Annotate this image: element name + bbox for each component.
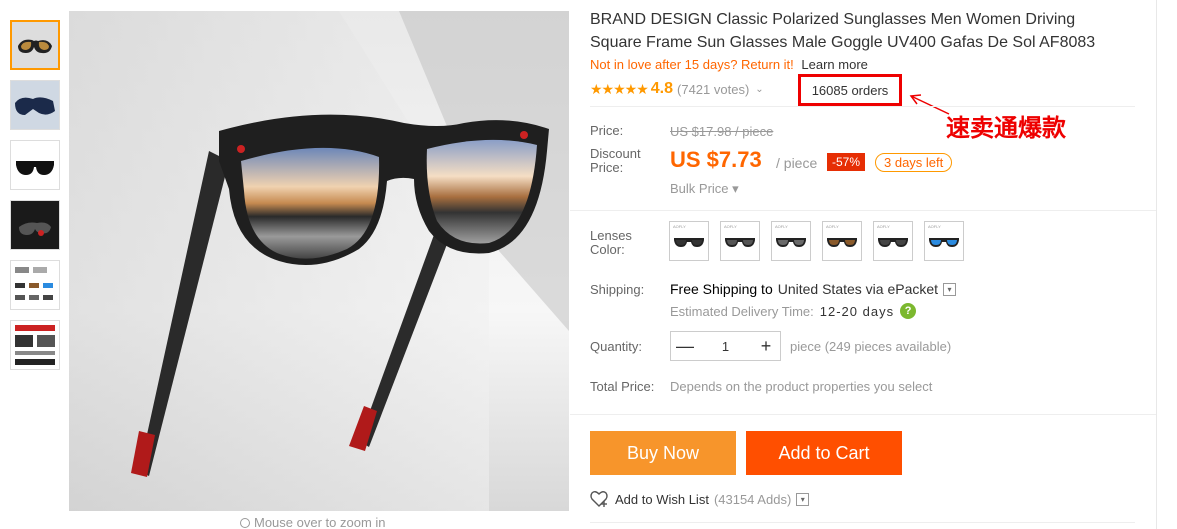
add-to-wishlist-link[interactable]: Add to Wish List xyxy=(615,492,709,507)
decrease-quantity-button[interactable]: — xyxy=(671,332,699,360)
discount-price-label: Discount Price: xyxy=(590,147,641,175)
wishlist-count: (43154 Adds) xyxy=(713,491,792,507)
increase-quantity-button[interactable]: + xyxy=(752,332,780,360)
chevron-down-icon[interactable]: ▾ xyxy=(796,492,810,506)
lens-swatch[interactable]: AOFLY xyxy=(669,221,709,261)
lenses-label-line2: Color: xyxy=(590,242,625,257)
divider xyxy=(590,106,1135,107)
quantity-label: Quantity: xyxy=(590,339,643,354)
votes-link[interactable]: (7421 votes) xyxy=(677,82,749,97)
main-product-image[interactable] xyxy=(69,11,569,511)
chevron-down-icon[interactable]: ▾ xyxy=(943,282,957,296)
product-info-panel: BRAND DESIGN Classic Polarized Sunglasse… xyxy=(570,0,1157,529)
quantity-stepper: — 1 + xyxy=(670,331,781,361)
lens-swatch[interactable]: AOFLY xyxy=(822,221,862,261)
thumbnail-4[interactable] xyxy=(10,200,60,250)
thumbnail-1[interactable] xyxy=(10,20,60,70)
thumbnail-2[interactable] xyxy=(10,80,60,130)
arrow-icon xyxy=(909,94,950,115)
discount-price: US $7.73 xyxy=(670,147,762,172)
zoom-hint-text: Mouse over to zoom in xyxy=(254,515,386,529)
quantity-available: piece (249 pieces available) xyxy=(790,339,952,354)
lens-swatch[interactable]: AOFLY xyxy=(771,221,811,261)
thumbnail-list xyxy=(10,20,62,380)
returns-notice: Not in love after 15 days? Return it! Le… xyxy=(590,57,868,72)
discount-label-line2: Price: xyxy=(590,160,624,175)
discount-label-line1: Discount xyxy=(590,146,641,161)
sunglasses-icon xyxy=(725,238,755,247)
divider xyxy=(590,522,1135,523)
wishlist-row: Add to Wish List (43154 Adds) ▾ xyxy=(590,490,810,508)
product-title: BRAND DESIGN Classic Polarized Sunglasse… xyxy=(590,11,1096,51)
total-price-label: Total Price: xyxy=(590,379,655,394)
shipping-destination: United States via ePacket xyxy=(777,281,939,297)
thumbnail-3[interactable] xyxy=(10,140,60,190)
per-piece-unit: / piece xyxy=(776,155,818,171)
lens-swatch[interactable]: AOFLY xyxy=(720,221,760,261)
days-left-badge: 3 days left xyxy=(875,153,953,172)
delivery-days: 12-20 days xyxy=(819,303,895,319)
buy-now-button[interactable]: Buy Now xyxy=(590,431,736,475)
sunglasses-icon xyxy=(827,238,857,247)
lens-swatch[interactable]: AOFLY xyxy=(924,221,964,261)
zoom-hint: Mouse over to zoom in xyxy=(240,515,386,529)
bulk-price-dropdown[interactable]: Bulk Price ▾ xyxy=(670,181,739,197)
delivery-label: Estimated Delivery Time: xyxy=(670,303,814,319)
delivery-estimate: Estimated Delivery Time: 12-20 days ? xyxy=(670,303,917,319)
shipping-label: Shipping: xyxy=(590,282,645,297)
discount-badge: -57% xyxy=(827,153,866,171)
star-rating-icon: ★★★★★ xyxy=(590,80,649,97)
heart-plus-icon[interactable] xyxy=(590,490,610,508)
free-shipping-text: Free Shipping to xyxy=(670,281,773,297)
sunglasses-icon xyxy=(776,238,806,247)
quantity-input[interactable]: 1 xyxy=(699,339,752,354)
sunglasses-icon xyxy=(929,238,959,247)
sunglasses-icon xyxy=(674,238,704,247)
lens-swatch[interactable]: AOFLY xyxy=(873,221,913,261)
lenses-label-line1: Lenses xyxy=(590,228,632,243)
lenses-color-label: Lenses Color: xyxy=(590,229,632,257)
thumbnail-6[interactable] xyxy=(10,320,60,370)
add-to-cart-button[interactable]: Add to Cart xyxy=(746,431,902,475)
original-price: US $17.98 / piece xyxy=(670,124,774,139)
returns-text: Not in love after 15 days? Return it! xyxy=(590,57,794,72)
total-price-note: Depends on the product properties you se… xyxy=(670,379,933,394)
rating-row: ★★★★★ 4.8 (7421 votes) ⌄ xyxy=(590,79,764,99)
annotation-label: 速卖通爆款 xyxy=(946,114,1066,142)
thumbnail-5[interactable] xyxy=(10,260,60,310)
shipping-info: Free Shipping to United States via ePack… xyxy=(670,281,957,297)
help-icon[interactable]: ? xyxy=(900,303,917,319)
price-label: Price: xyxy=(590,123,624,138)
sunglasses-icon xyxy=(878,238,908,247)
lens-color-swatches: AOFLY AOFLY AOFLY AOFLY AOFLY AOFLY xyxy=(669,221,964,261)
magnifier-icon xyxy=(240,517,250,528)
learn-more-link[interactable]: Learn more xyxy=(801,57,867,72)
rating-score: 4.8 xyxy=(650,80,674,97)
orders-count: 16085 orders xyxy=(798,74,902,106)
chevron-down-icon[interactable]: ⌄ xyxy=(755,84,763,95)
